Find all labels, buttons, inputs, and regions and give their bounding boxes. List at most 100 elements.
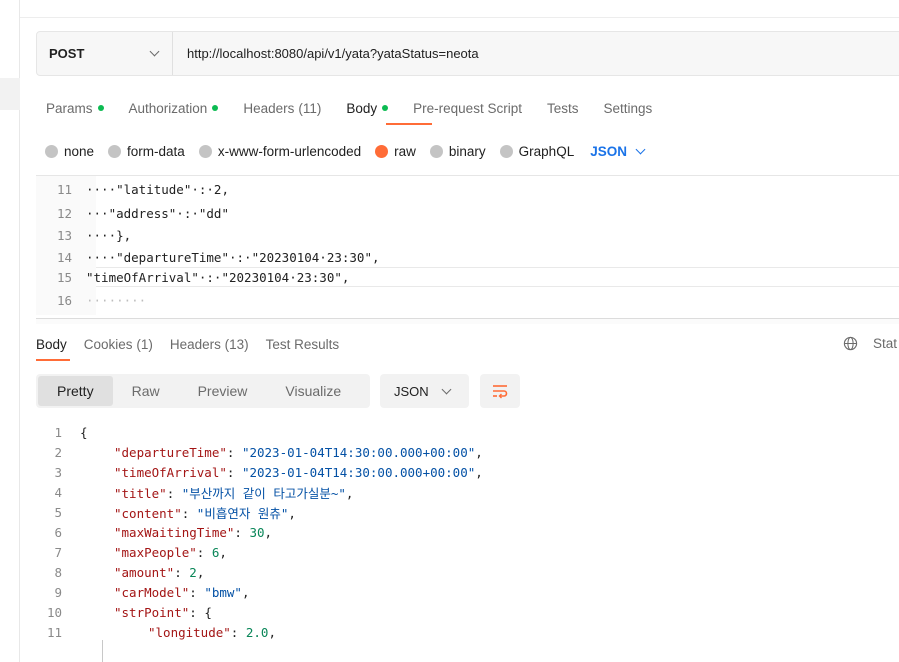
response-line: 6 "maxWaitingTime": 30, [36,522,272,542]
response-format-select[interactable]: JSON [380,374,469,408]
json-string: "2023-01-04T14:30:00.000+00:00" [241,464,476,480]
response-line: 8 "amount": 2, [36,562,204,582]
tab-response-headers[interactable]: Headers (13) [170,337,249,352]
status-label: Stat [873,336,898,351]
response-format-label: JSON [394,383,429,399]
code-line: 11 ····"latitude"·:·2, [36,179,229,199]
tab-cookies[interactable]: Cookies (1) [84,337,153,352]
tab-response-body[interactable]: Body [36,337,67,352]
radio-form-data[interactable]: form-data [108,144,185,159]
line-number: 3 [54,464,62,480]
url-input[interactable]: http://localhost:8080/api/v1/yata?yataSt… [173,46,479,61]
request-body-editor[interactable]: 11 ····"latitude"·:·2, 12 ···"address"·:·"… [36,175,899,315]
radio-graphql[interactable]: GraphQL [499,143,575,159]
wrap-lines-button[interactable] [480,374,520,408]
json-separator: , [288,505,296,521]
line-number: 9 [54,584,62,600]
line-number: 10 [46,604,62,620]
code-line: 13 ····}, [36,225,131,245]
line-number: 11 [56,181,72,197]
tab-authorization[interactable]: Authorization [129,98,219,118]
json-number: 2 [189,564,197,580]
response-line: 7 "maxPeople": 6, [36,542,226,562]
code-text: "timeOfArrival": "2023-01-04T14:30:00.00… [80,465,483,480]
tab-count: (11) [298,100,322,116]
radio-icon [499,144,513,158]
json-brace: { [80,424,88,440]
radio-icon [45,144,58,158]
radio-label: binary [448,143,486,159]
globe-icon[interactable] [843,336,858,351]
json-number: 2.0 [245,624,269,640]
wrap-lines-icon [493,385,508,399]
tab-pre-request-script[interactable]: Pre-request Script [413,98,522,118]
json-separator: , [475,464,483,480]
json-separator: , [241,584,250,600]
line-number: 4 [54,484,62,500]
code-text: { [80,425,88,440]
status-dot-icon [97,105,104,111]
json-key: "longitude" [148,624,231,640]
json-key: "maxPeople" [114,544,197,560]
tab-count: (1) [136,336,153,352]
status-dot-icon [382,105,389,111]
json-key: "timeOfArrival" [114,464,227,480]
response-line: 1{ [36,422,88,442]
radio-none[interactable]: none [45,144,94,159]
tab-label: Pre-request Script [413,100,522,116]
tab-settings[interactable]: Settings [603,98,652,118]
chevron-down-icon [441,384,452,394]
sidebar-selected-item[interactable] [0,78,20,110]
radio-x-www-form-urlencoded[interactable]: x-www-form-urlencoded [198,143,362,159]
response-body-viewer[interactable]: 1{ 2 "departureTime": "2023-01-04T14:30:00… [36,420,899,662]
code-text: "title": "부산까지 같이 타고가실분~", [80,483,353,502]
indent-guide [102,640,103,662]
radio-raw[interactable]: raw [375,144,416,159]
json-key: "departureTime" [114,444,227,460]
line-number: 15 [56,269,72,285]
method-select[interactable]: POST [37,32,173,75]
code-text: "departureTime": "2023-01-04T14:30:00.00… [80,445,483,460]
tab-body[interactable]: Body [346,98,389,118]
view-visualize-button[interactable]: Visualize [266,376,360,406]
pane-resize-handle[interactable] [36,318,899,324]
json-separator: : [166,485,182,501]
tab-test-results[interactable]: Test Results [266,337,340,352]
line-number: 2 [54,444,62,460]
body-format-select[interactable]: JSON [590,143,646,159]
code-text: ········ [86,292,147,308]
json-separator: , [475,444,483,460]
json-number: 30 [249,524,265,540]
tab-tests[interactable]: Tests [547,98,579,118]
code-line: 15 "timeOfArrival"·:·"20230104·23:30", [36,267,349,287]
radio-label: x-www-form-urlencoded [217,143,362,159]
json-separator: , [268,624,276,640]
view-raw-button[interactable]: Raw [113,376,179,406]
tab-headers[interactable]: Headers (11) [243,98,321,118]
line-number: 14 [56,249,72,265]
radio-label: GraphQL [518,143,575,159]
status-dot-icon [212,105,219,111]
radio-label: raw [394,143,416,159]
line-number: 11 [46,624,62,640]
body-format-label: JSON [590,143,627,159]
response-line: 10 "strPoint": { [36,602,212,622]
active-tab-indicator [36,359,70,361]
view-preview-button[interactable]: Preview [179,376,267,406]
tab-label: Headers [243,100,295,116]
view-pretty-button[interactable]: Pretty [38,376,113,406]
radio-binary[interactable]: binary [429,143,486,159]
json-separator: : [226,464,242,480]
line-number: 6 [54,524,62,540]
tab-label: Authorization [128,100,208,116]
json-string: "부산까지 같이 타고가실분~" [181,485,346,501]
tab-label: Tests [546,100,579,116]
chevron-down-icon [149,46,160,57]
radio-label: form-data [127,143,185,159]
tab-label: Settings [603,100,653,116]
response-tabs: Body Cookies (1) Headers (13) Test Resul… [36,334,356,354]
request-tabs: Params Authorization Headers (11) Body Pr… [46,98,677,118]
radio-label: none [64,143,95,159]
code-line: 12 ···"address"·:·"dd" [36,203,229,223]
tab-params[interactable]: Params [46,98,104,118]
